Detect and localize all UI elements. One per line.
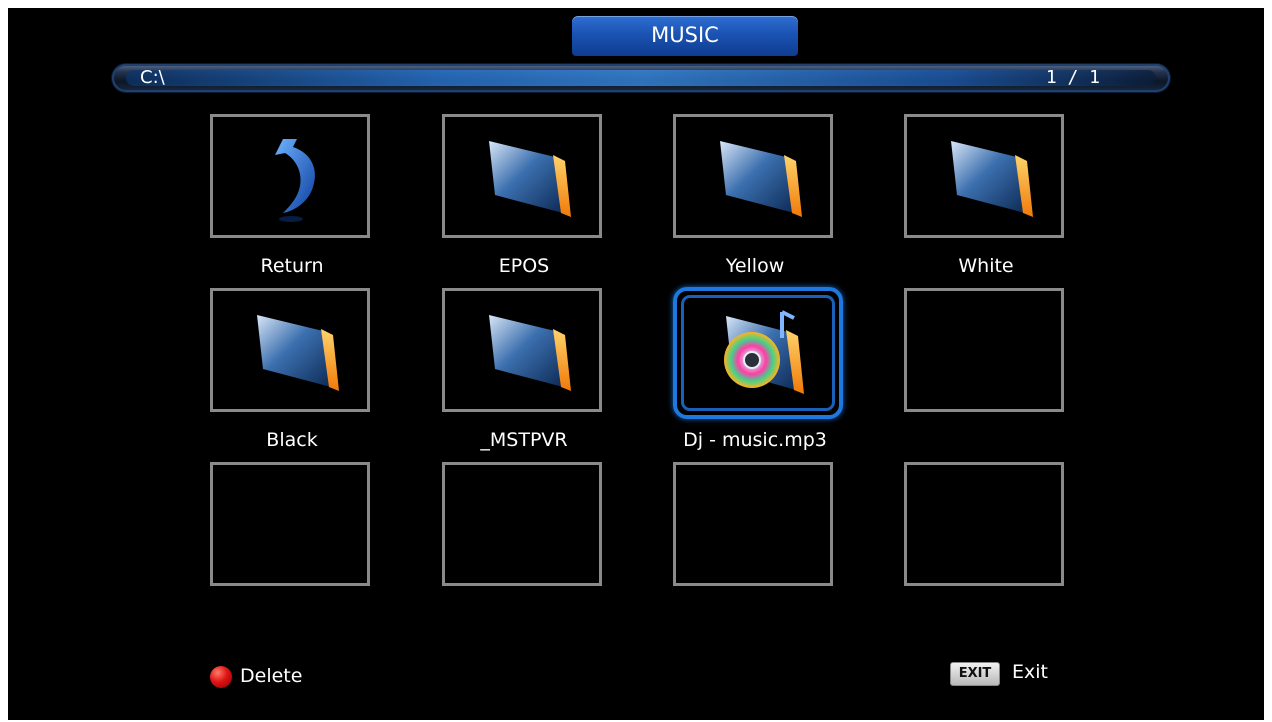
folder-icon [257, 315, 339, 391]
grid-item-empty [904, 288, 1064, 412]
red-button-icon [210, 666, 232, 688]
grid-item-dj-music-mp3[interactable] [684, 298, 832, 408]
grid-item-mstpvr[interactable] [442, 288, 602, 412]
folder-icon [720, 141, 802, 217]
path-bar-glow [126, 70, 1156, 86]
grid-item-label: EPOS [498, 255, 550, 277]
grid-item-white[interactable] [904, 114, 1064, 238]
media-player-screen: MUSIC C:\ 1 / 1 Return EPOS Yellow White… [8, 8, 1264, 720]
grid-item-empty [904, 462, 1064, 586]
grid-item-black[interactable] [210, 288, 370, 412]
grid-item-yellow[interactable] [673, 114, 833, 238]
grid-item-label: _MSTPVR [480, 429, 568, 451]
grid-item-label: Return [260, 255, 324, 277]
folder-icon [489, 141, 571, 217]
delete-label: Delete [240, 665, 303, 687]
grid-item-label: Black [266, 429, 318, 451]
page-indicator: 1 / 1 [1045, 67, 1100, 88]
path-bar: C:\ 1 / 1 [112, 64, 1170, 92]
grid-item-label: Yellow [725, 255, 785, 277]
page-title: MUSIC [572, 16, 798, 56]
exit-key-icon: EXIT [950, 662, 1000, 686]
grid-item-empty [673, 462, 833, 586]
grid-item-empty [210, 462, 370, 586]
grid-item-label: White [958, 255, 1014, 277]
grid-item-epos[interactable] [442, 114, 602, 238]
exit-label: Exit [1012, 661, 1048, 683]
folder-icon [951, 141, 1033, 217]
grid-item-empty [442, 462, 602, 586]
return-arrow-icon [275, 139, 315, 222]
grid-item-label: Dj - music.mp3 [683, 429, 827, 451]
music-file-icon [724, 310, 804, 394]
folder-icon [489, 315, 571, 391]
current-path: C:\ [140, 67, 165, 88]
grid-item-return[interactable] [210, 114, 370, 238]
